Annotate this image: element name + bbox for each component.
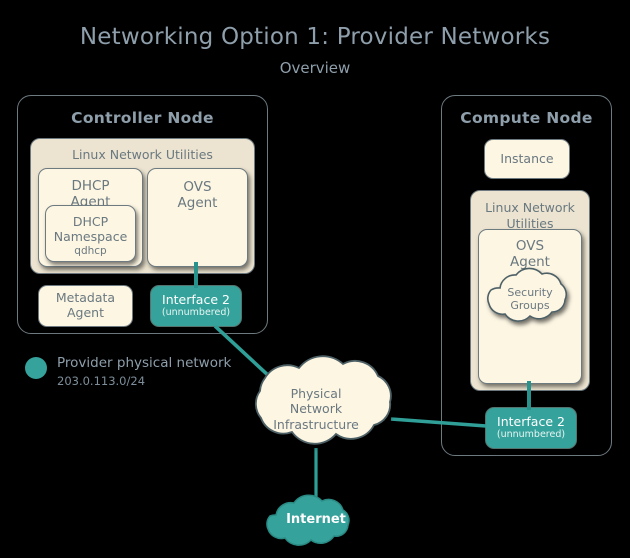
compute-node-title: Compute Node	[460, 109, 593, 127]
metadata-agent-label-line2: Agent	[67, 305, 104, 320]
page-subtitle: Overview	[279, 59, 351, 77]
physical-network-label-line2: Network	[289, 401, 343, 417]
provider-network-legend-cidr: 203.0.113.0/24	[57, 374, 146, 388]
security-groups-label-line1: Security	[507, 286, 553, 299]
instance-box: Instance	[484, 139, 570, 179]
security-groups-label-line2: Groups	[510, 299, 550, 313]
compute-ovs-agent-label-line1: OVS	[515, 238, 545, 254]
controller-interface-2-chip: Interface 2 (unnumbered)	[150, 285, 242, 327]
compute-interface-2-chip: Interface 2 (unnumbered)	[485, 407, 577, 449]
dhcp-namespace-label-line3: qdhcp	[74, 244, 107, 257]
controller-ovs-agent-label-line1: OVS	[183, 179, 212, 195]
provider-network-legend-label: Provider physical network	[57, 355, 232, 371]
dhcp-namespace-box: DHCP Namespace qdhcp	[45, 205, 136, 262]
dhcp-namespace-label-line2: Namespace	[53, 228, 128, 244]
controller-ovs-agent-box: OVS Agent	[147, 168, 248, 267]
internet-label: Internet	[270, 512, 362, 528]
controller-linux-network-utilities-label: Linux Network Utilities	[72, 147, 213, 162]
controller-node-title: Controller Node	[71, 109, 214, 127]
controller-ovs-agent-label-line2: Agent	[177, 194, 218, 211]
physical-network-label: Physical Network Infrastructure	[246, 386, 386, 432]
compute-interface-2-name: Interface 2	[497, 414, 565, 430]
diagram-canvas: Networking Option 1: Provider Networks O…	[0, 0, 630, 558]
dhcp-namespace-label-line1: DHCP	[72, 214, 109, 230]
compute-interface-2-detail: (unnumbered)	[496, 429, 566, 441]
instance-label: Instance	[500, 150, 554, 166]
physical-network-label-line3: Infrastructure	[273, 416, 359, 432]
compute-ovs-agent-label-line2: Agent	[510, 253, 550, 270]
dhcp-agent-label-line1: DHCP	[71, 178, 110, 194]
security-groups-label: Security Groups	[489, 286, 571, 313]
controller-interface-2-name: Interface 2	[162, 292, 230, 308]
compute-linux-network-utilities-label-line1: Linux Network	[485, 200, 575, 215]
physical-network-label-line1: Physical	[290, 386, 342, 401]
internet-label-text: Internet	[286, 512, 346, 527]
provider-network-legend-dot	[25, 357, 47, 379]
page-title: Networking Option 1: Provider Networks	[79, 24, 551, 50]
metadata-agent-box: Metadata Agent	[38, 285, 133, 327]
metadata-agent-label-line1: Metadata	[55, 290, 116, 306]
controller-interface-2-detail: (unnumbered)	[161, 307, 231, 319]
